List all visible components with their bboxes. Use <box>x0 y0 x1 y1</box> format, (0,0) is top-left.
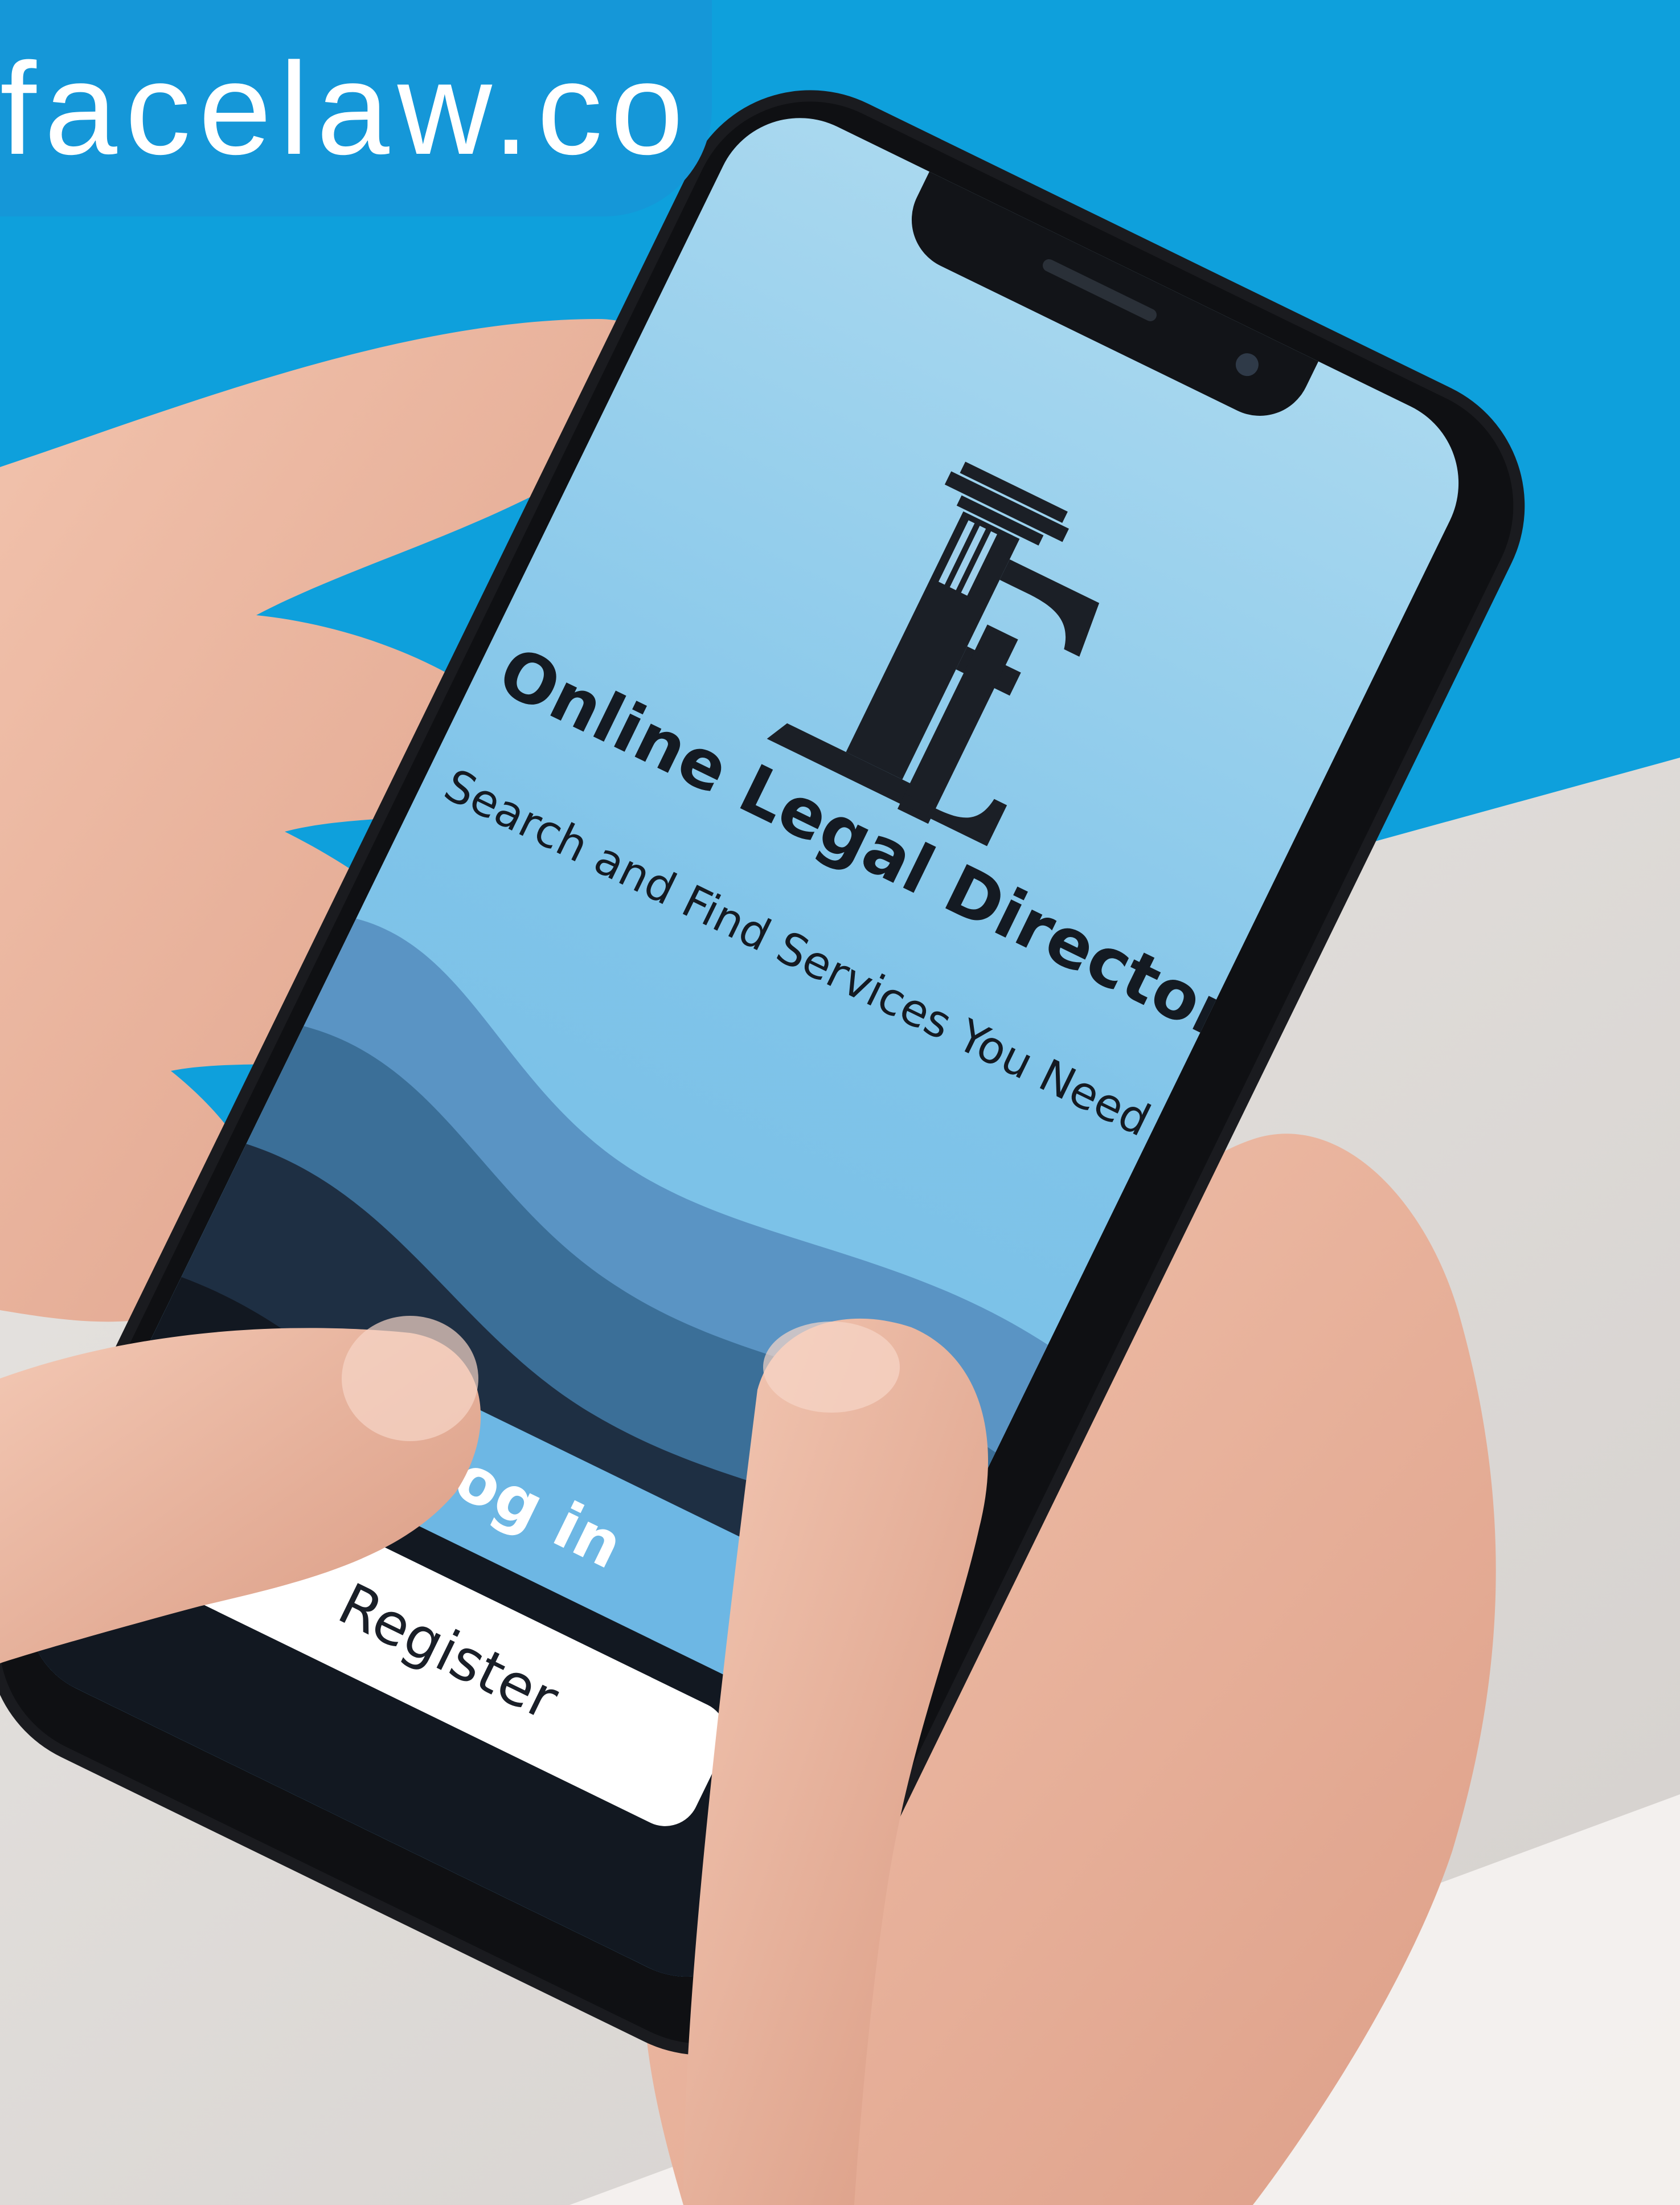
thumbs-overlay <box>0 1316 988 2205</box>
promo-banner: facelaw.co Online Legal Directory Search… <box>0 0 1680 2205</box>
right-thumb <box>683 1318 988 2205</box>
